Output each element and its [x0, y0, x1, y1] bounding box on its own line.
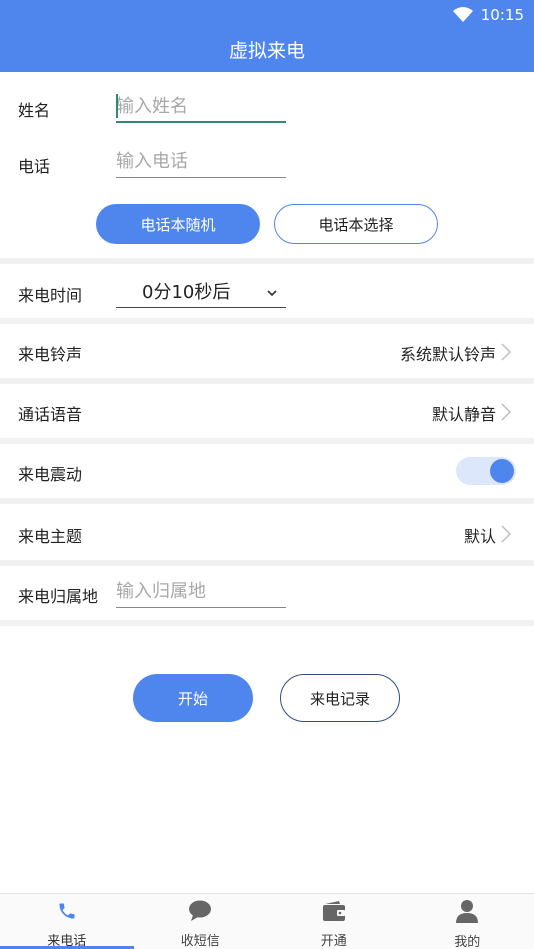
- voice-label: 通话语音: [18, 405, 83, 424]
- ringtone-label: 来电铃声: [18, 345, 83, 364]
- theme-label: 来电主题: [18, 527, 83, 546]
- tab-label: 我的: [454, 935, 481, 949]
- chevron-right-icon: [500, 524, 512, 544]
- tab-label: 来电话: [47, 934, 87, 949]
- phone-input-wrapper: [116, 146, 286, 178]
- vibrate-row: 来电震动: [0, 444, 534, 498]
- voice-row[interactable]: 通话语音 默认静音: [0, 384, 534, 438]
- theme-row[interactable]: 来电主题 默认: [0, 506, 534, 560]
- chevron-right-icon: [500, 342, 512, 362]
- tab-label: 收短信: [180, 934, 220, 949]
- location-label: 来电归属地: [18, 587, 99, 606]
- call-time-label: 来电时间: [18, 286, 83, 305]
- section-divider: [0, 498, 534, 504]
- tab-incoming-call[interactable]: 来电话: [0, 894, 134, 949]
- wallet-icon: [322, 899, 346, 922]
- name-label: 姓名: [18, 101, 51, 120]
- ringtone-value: 系统默认铃声: [399, 345, 496, 364]
- call-time-value: 0分10秒后: [142, 282, 231, 303]
- tab-activate[interactable]: 开通: [267, 894, 401, 949]
- tab-label: 开通: [320, 934, 347, 949]
- tab-mine[interactable]: 我的: [401, 894, 534, 949]
- theme-value: 默认: [463, 527, 496, 546]
- phone-icon: [55, 899, 79, 922]
- toggle-knob: [490, 459, 514, 483]
- call-time-select[interactable]: 0分10秒后: [116, 272, 286, 308]
- random-contact-button[interactable]: 电话本随机: [96, 204, 260, 244]
- vibrate-label: 来电震动: [18, 465, 83, 484]
- section-divider: [0, 620, 534, 626]
- page-title: 虚拟来电: [228, 40, 305, 62]
- section-divider: [0, 560, 534, 566]
- phone-label: 电话: [18, 157, 51, 176]
- location-input-wrapper: [116, 576, 286, 608]
- chevron-down-icon: [266, 284, 278, 297]
- name-input-wrapper: [116, 91, 286, 123]
- status-time: 10:15: [480, 6, 524, 24]
- phone-input[interactable]: [116, 146, 286, 176]
- pick-contact-button[interactable]: 电话本选择: [274, 204, 438, 244]
- person-icon: [455, 899, 479, 923]
- bottom-tab-bar: 来电话 收短信 开通 我的: [0, 893, 534, 949]
- status-bar: 10:15: [452, 4, 524, 26]
- ringtone-row[interactable]: 来电铃声 系统默认铃声: [0, 324, 534, 378]
- vibrate-toggle[interactable]: [456, 457, 516, 485]
- voice-value: 默认静音: [431, 405, 496, 424]
- name-input[interactable]: [116, 91, 286, 121]
- text-caret: [116, 94, 118, 118]
- tab-sms[interactable]: 收短信: [134, 894, 268, 949]
- chat-bubble-icon: [188, 899, 212, 922]
- app-header: 10:15 虚拟来电: [0, 0, 534, 72]
- start-button[interactable]: 开始: [133, 674, 253, 722]
- location-input[interactable]: [116, 576, 286, 606]
- chevron-right-icon: [500, 402, 512, 422]
- wifi-icon: [452, 7, 473, 23]
- call-history-button[interactable]: 来电记录: [280, 674, 400, 722]
